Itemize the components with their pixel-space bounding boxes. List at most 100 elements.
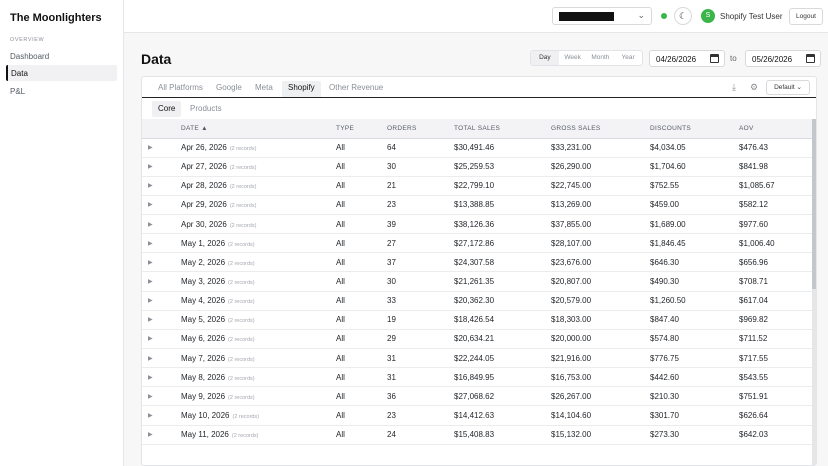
date-to-input[interactable]: 05/26/2026: [745, 50, 821, 67]
table-row[interactable]: ▶ Apr 28, 2026 (2 records) All 21 $22,799.10 $…: [142, 176, 816, 196]
date-value: May 1, 2026: [181, 238, 226, 248]
expand-row-icon[interactable]: ▶: [142, 195, 181, 214]
date-from-value: 04/26/2026: [656, 55, 697, 64]
sidebar-item-data[interactable]: Data: [6, 65, 117, 81]
sidebar-item-pnl[interactable]: P&L: [6, 83, 117, 99]
cell-orders: 23: [387, 411, 396, 421]
gear-icon[interactable]: ⚙: [750, 82, 758, 93]
tab-other-revenue[interactable]: Other Revenue: [323, 81, 389, 97]
avatar[interactable]: S: [701, 9, 715, 23]
cell-orders: 36: [387, 391, 396, 401]
table-row[interactable]: ▶ May 5, 2026 (2 records) All 19 $18,426.54 $1…: [142, 310, 816, 330]
expand-row-icon[interactable]: ▶: [142, 157, 181, 176]
expand-row-icon[interactable]: ▶: [142, 406, 181, 425]
tab-meta[interactable]: Meta: [249, 81, 279, 97]
table-row[interactable]: ▶ May 7, 2026 (2 records) All 31 $22,244.05 $2…: [142, 349, 816, 368]
cell-discounts: $210.30: [650, 391, 679, 401]
table-row[interactable]: ▶ May 10, 2026 (2 records) All 23 $14,412.63 $…: [142, 406, 816, 426]
expand-row-icon[interactable]: ▶: [142, 368, 181, 387]
theme-toggle-button[interactable]: ☾: [674, 7, 692, 25]
cell-type: All: [336, 353, 345, 363]
cell-orders: 39: [387, 219, 396, 229]
range-day-button[interactable]: Day: [531, 51, 559, 65]
table-row[interactable]: ▶ May 4, 2026 (2 records) All 33 $20,362.30 $2…: [142, 291, 816, 311]
table-row[interactable]: ▶ May 3, 2026 (2 records) All 30 $21,261.35 $2…: [142, 272, 816, 292]
cell-total-sales: $38,126.36: [454, 219, 495, 229]
expand-row-icon[interactable]: ▶: [142, 272, 181, 291]
subtab-products[interactable]: Products: [184, 101, 228, 117]
cell-total-sales: $27,172.86: [454, 238, 495, 248]
cell-type: All: [336, 257, 345, 267]
record-count: (2 records): [228, 241, 255, 248]
record-count: (2 records): [229, 165, 257, 172]
record-count: (2 records): [228, 299, 255, 306]
expand-row-icon[interactable]: ▶: [142, 253, 181, 272]
range-month-button[interactable]: Month: [587, 51, 615, 65]
redacted-store-name: [559, 12, 614, 21]
cell-aov: $543.55: [739, 372, 768, 382]
record-count: (2 records): [231, 433, 259, 440]
tab-shopify[interactable]: Shopify: [282, 81, 321, 97]
column-header-aov[interactable]: AOV: [739, 119, 816, 139]
subtab-core[interactable]: Core: [152, 101, 182, 117]
table-row[interactable]: ▶ May 1, 2026 (2 records) All 27 $27,172.86 $2…: [142, 234, 816, 253]
logout-button[interactable]: Logout: [789, 8, 823, 25]
data-table: DATE ▲ TYPE ORDERS TOTAL SALES GROSS SAL…: [142, 119, 816, 445]
expand-row-icon[interactable]: ▶: [142, 215, 181, 234]
table-row[interactable]: ▶ May 9, 2026 (2 records) All 36 $27,068.62 $2…: [142, 387, 816, 406]
calendar-icon[interactable]: [710, 54, 719, 63]
expand-row-icon[interactable]: ▶: [142, 425, 181, 444]
expand-row-icon[interactable]: ▶: [142, 310, 181, 329]
expand-row-icon[interactable]: ▶: [142, 387, 181, 406]
expand-row-icon[interactable]: ▶: [142, 291, 181, 310]
table-row[interactable]: ▶ May 2, 2026 (2 records) All 37 $24,307.58 $2…: [142, 253, 816, 272]
date-value: May 4, 2026: [181, 296, 226, 306]
tab-all-platforms[interactable]: All Platforms: [152, 81, 209, 97]
download-icon[interactable]: ⤓: [732, 82, 736, 93]
scrollbar-thumb[interactable]: [812, 119, 816, 289]
expand-row-icon[interactable]: ▶: [142, 349, 181, 368]
expand-row-icon[interactable]: ▶: [142, 176, 181, 195]
expand-row-icon[interactable]: ▶: [142, 329, 181, 348]
cell-discounts: $1,704.60: [650, 162, 686, 172]
date-from-input[interactable]: 04/26/2026: [649, 50, 725, 67]
expand-row-icon[interactable]: ▶: [142, 138, 181, 157]
table-row[interactable]: ▶ May 8, 2026 (2 records) All 31 $16,849.95 $1…: [142, 368, 816, 387]
page-title: Data: [141, 51, 172, 67]
cell-total-sales: $21,261.35: [454, 277, 495, 287]
cell-discounts: $752.55: [650, 181, 679, 191]
range-week-button[interactable]: Week: [559, 51, 587, 65]
cell-type: All: [336, 411, 345, 421]
column-header-type[interactable]: TYPE: [336, 119, 387, 139]
column-header-orders[interactable]: ORDERS: [387, 119, 454, 139]
calendar-icon[interactable]: [806, 54, 815, 63]
expand-row-icon[interactable]: ▶: [142, 234, 181, 253]
moon-icon: ☾: [678, 11, 688, 21]
range-year-button[interactable]: Year: [614, 51, 642, 65]
table-row[interactable]: ▶ Apr 27, 2026 (2 records) All 30 $25,259.53 $…: [142, 157, 816, 177]
table-row[interactable]: ▶ Apr 30, 2026 (2 records) All 39 $38,126.36 $…: [142, 215, 816, 234]
record-count: (2 records): [228, 356, 255, 363]
table-row[interactable]: ▶ May 11, 2026 (2 records) All 24 $15,408.83 $…: [142, 425, 816, 445]
cell-gross-sales: $20,807.00: [551, 277, 592, 287]
view-preset-select[interactable]: Default ⌄: [766, 80, 810, 95]
record-count: (2 records): [229, 222, 257, 229]
table-row[interactable]: ▶ Apr 26, 2026 (2 records) All 64 $30,491.46 $…: [142, 138, 816, 158]
column-header-total-sales[interactable]: TOTAL SALES: [454, 119, 551, 139]
cell-gross-sales: $21,916.00: [551, 353, 592, 363]
record-count: (2 records): [229, 203, 257, 210]
sidebar: The Moonlighters OVERVIEW Dashboard Data…: [0, 0, 124, 466]
column-header-gross-sales[interactable]: GROSS SALES: [551, 119, 650, 139]
cell-date: May 11, 2026 (2 records): [181, 425, 336, 444]
date-value: May 9, 2026: [181, 391, 226, 401]
store-select[interactable]: ⌄: [552, 7, 652, 25]
cell-aov: $582.12: [739, 200, 768, 210]
cell-aov: $1,006.40: [739, 238, 775, 248]
tab-google[interactable]: Google: [210, 81, 248, 97]
column-header-discounts[interactable]: DISCOUNTS: [650, 119, 739, 139]
column-header-date[interactable]: DATE ▲: [181, 119, 336, 139]
sidebar-item-dashboard[interactable]: Dashboard: [6, 48, 117, 64]
table-row[interactable]: ▶ Apr 29, 2026 (2 records) All 23 $13,388.85 $…: [142, 195, 816, 215]
table-row[interactable]: ▶ May 6, 2026 (2 records) All 29 $20,634.21 $2…: [142, 329, 816, 349]
cell-gross-sales: $20,579.00: [551, 296, 592, 306]
